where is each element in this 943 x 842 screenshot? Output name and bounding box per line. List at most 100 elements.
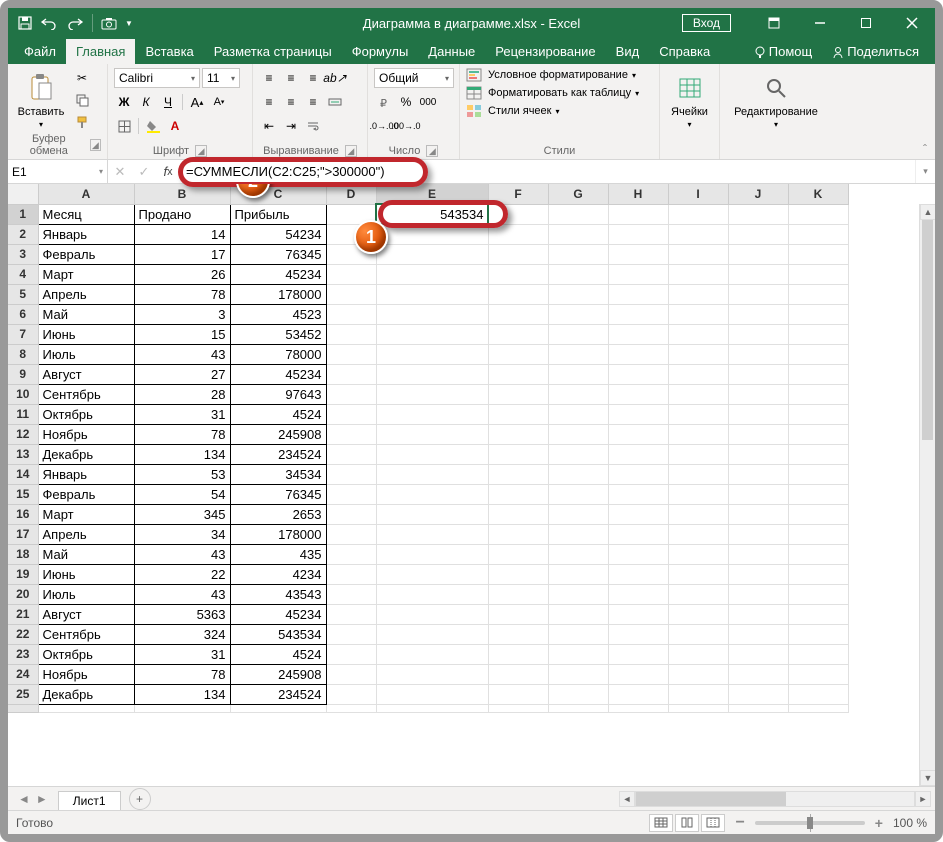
cell[interactable] — [326, 444, 376, 464]
cell[interactable] — [376, 584, 488, 604]
cell[interactable] — [668, 224, 728, 244]
cell[interactable] — [548, 584, 608, 604]
cell[interactable] — [376, 264, 488, 284]
cell[interactable] — [728, 564, 788, 584]
row-header[interactable]: 25 — [8, 684, 38, 704]
cell[interactable]: Декабрь — [38, 684, 134, 704]
cell[interactable] — [788, 604, 848, 624]
align-left-icon[interactable]: ≡ — [259, 92, 279, 112]
cell[interactable] — [488, 204, 548, 224]
cell[interactable] — [668, 424, 728, 444]
hscroll-right-icon[interactable]: ► — [915, 791, 931, 807]
cell[interactable] — [376, 524, 488, 544]
page-layout-view-icon[interactable] — [675, 814, 699, 832]
column-header[interactable]: A — [38, 184, 134, 204]
cancel-formula-icon[interactable]: ✕ — [108, 160, 132, 183]
cell[interactable]: 245908 — [230, 664, 326, 684]
zoom-level[interactable]: 100 % — [893, 816, 927, 830]
camera-icon[interactable] — [101, 17, 117, 30]
cell[interactable] — [728, 424, 788, 444]
cell[interactable] — [728, 684, 788, 704]
cell[interactable] — [788, 324, 848, 344]
row-header[interactable]: 11 — [8, 404, 38, 424]
cell[interactable]: 178000 — [230, 284, 326, 304]
cell[interactable]: 43 — [134, 544, 230, 564]
cell[interactable] — [326, 364, 376, 384]
cell[interactable] — [326, 284, 376, 304]
align-top-icon[interactable]: ≡ — [259, 68, 279, 88]
cell[interactable] — [376, 444, 488, 464]
cell[interactable] — [608, 524, 668, 544]
cell[interactable] — [608, 584, 668, 604]
tab-data[interactable]: Данные — [418, 39, 485, 64]
tab-help[interactable]: Справка — [649, 39, 720, 64]
cell[interactable] — [608, 364, 668, 384]
cell[interactable] — [728, 384, 788, 404]
cell[interactable] — [788, 444, 848, 464]
scroll-down-icon[interactable]: ▼ — [920, 770, 935, 786]
cell[interactable]: 5363 — [134, 604, 230, 624]
cell[interactable] — [376, 504, 488, 524]
cell[interactable] — [326, 264, 376, 284]
row-header[interactable]: 14 — [8, 464, 38, 484]
cell[interactable]: Март — [38, 504, 134, 524]
cell[interactable]: 134 — [134, 684, 230, 704]
cell[interactable] — [488, 404, 548, 424]
column-header[interactable]: I — [668, 184, 728, 204]
cell[interactable] — [326, 564, 376, 584]
cell[interactable]: 53 — [134, 464, 230, 484]
cell[interactable]: 78 — [134, 664, 230, 684]
cell[interactable] — [376, 484, 488, 504]
cell[interactable] — [668, 504, 728, 524]
cell[interactable]: Август — [38, 364, 134, 384]
save-icon[interactable] — [18, 16, 32, 30]
cell[interactable]: 31 — [134, 404, 230, 424]
scroll-up-icon[interactable]: ▲ — [920, 204, 935, 220]
cell[interactable] — [668, 204, 728, 224]
cell[interactable]: Июнь — [38, 324, 134, 344]
cell[interactable]: Июль — [38, 584, 134, 604]
expand-formula-bar-icon[interactable]: ▾ — [915, 160, 935, 183]
cell[interactable] — [608, 304, 668, 324]
cell[interactable]: 435 — [230, 544, 326, 564]
cell[interactable] — [548, 404, 608, 424]
cell[interactable] — [608, 424, 668, 444]
cell[interactable] — [548, 524, 608, 544]
cell[interactable] — [488, 424, 548, 444]
column-header[interactable]: B — [134, 184, 230, 204]
cell[interactable] — [668, 284, 728, 304]
tab-view[interactable]: Вид — [606, 39, 650, 64]
cell[interactable] — [548, 444, 608, 464]
normal-view-icon[interactable] — [649, 814, 673, 832]
cell[interactable] — [728, 344, 788, 364]
font-color-icon[interactable]: A — [165, 116, 185, 136]
cell[interactable] — [668, 464, 728, 484]
minimize-button[interactable] — [797, 8, 843, 38]
cell[interactable] — [728, 204, 788, 224]
cell[interactable]: 543534 — [230, 624, 326, 644]
cell[interactable] — [548, 664, 608, 684]
cell[interactable]: 34534 — [230, 464, 326, 484]
align-bottom-icon[interactable]: ≡ — [303, 68, 323, 88]
cell[interactable] — [608, 344, 668, 364]
cell[interactable] — [788, 664, 848, 684]
hscroll-left-icon[interactable]: ◄ — [619, 791, 635, 807]
cell[interactable] — [728, 624, 788, 644]
cell[interactable]: 17 — [134, 244, 230, 264]
cell[interactable] — [488, 664, 548, 684]
cell[interactable]: Ноябрь — [38, 424, 134, 444]
cell[interactable] — [488, 244, 548, 264]
cell[interactable]: Прибыль — [230, 204, 326, 224]
row-header[interactable]: 22 — [8, 624, 38, 644]
fill-color-icon[interactable] — [143, 116, 163, 136]
cell[interactable] — [788, 484, 848, 504]
cell[interactable] — [548, 624, 608, 644]
cell[interactable]: 4234 — [230, 564, 326, 584]
cell[interactable] — [728, 484, 788, 504]
new-sheet-button[interactable]: + — [129, 788, 151, 810]
cell[interactable]: 43543 — [230, 584, 326, 604]
align-right-icon[interactable]: ≡ — [303, 92, 323, 112]
cell[interactable] — [788, 544, 848, 564]
cell[interactable]: 43 — [134, 344, 230, 364]
cell[interactable] — [728, 644, 788, 664]
